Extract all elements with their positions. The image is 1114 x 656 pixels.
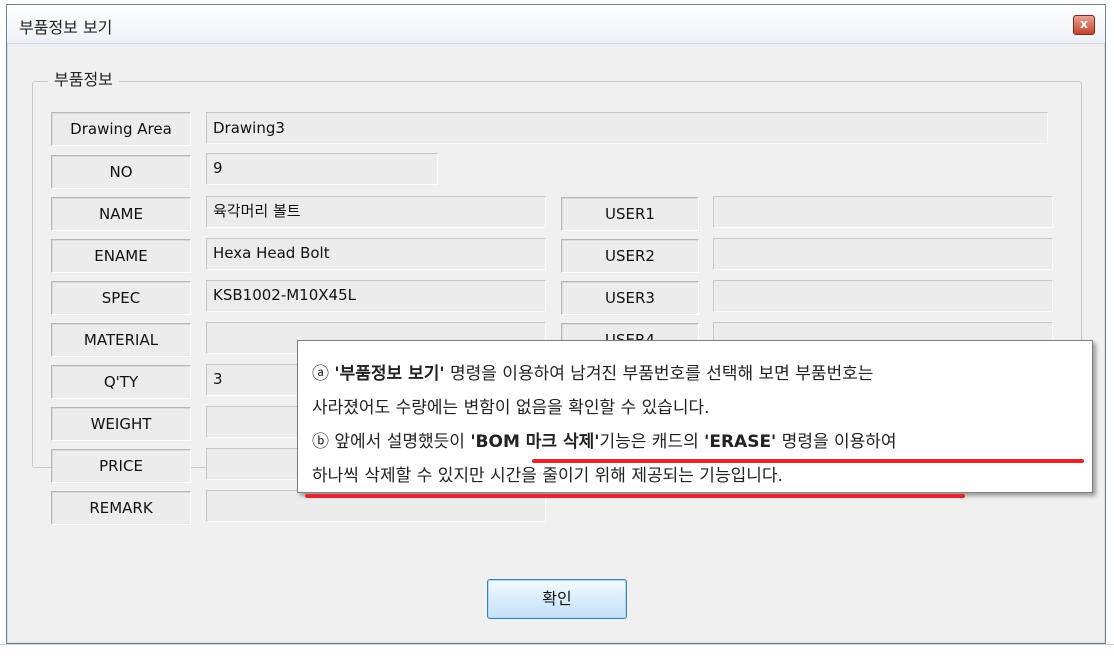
no-label: NO <box>51 155 191 189</box>
close-button[interactable]: x <box>1073 15 1095 35</box>
user1-field[interactable] <box>713 196 1053 228</box>
name-label: NAME <box>51 197 191 231</box>
qty-label: Q'TY <box>51 365 191 399</box>
ename-field[interactable]: Hexa Head Bolt <box>206 238 546 270</box>
spec-label: SPEC <box>51 281 191 315</box>
title-bar[interactable]: 부품정보 보기 x <box>7 5 1105 44</box>
weight-label: WEIGHT <box>51 407 191 441</box>
background-window-edge <box>0 644 1114 656</box>
callout-line-1-text: 명령을 이용하여 남겨진 부품번호를 선택해 보면 부품번호는 <box>444 364 874 384</box>
callout-command-name: '부품정보 보기' <box>334 364 445 384</box>
groupbox-title: 부품정보 <box>48 66 119 90</box>
ename-label: ENAME <box>51 239 191 273</box>
user3-label: USER3 <box>561 281 699 315</box>
user1-label: USER1 <box>561 197 699 231</box>
no-field[interactable]: 9 <box>206 153 438 185</box>
callout-line-3-mid: 기능은 캐드의 <box>599 432 705 452</box>
close-icon: x <box>1080 17 1088 31</box>
callout-marker-a: ⓐ <box>312 364 329 384</box>
user2-field[interactable] <box>713 238 1053 270</box>
callout-erase: 'ERASE' <box>704 432 777 452</box>
callout-line-3: ⓑ 앞에서 설명했듯이 'BOM 마크 삭제'기능은 캐드의 'ERASE' 명… <box>312 427 897 452</box>
callout-bom-delete: 'BOM 마크 삭제' <box>470 432 600 452</box>
ok-button[interactable]: 확인 <box>487 579 627 619</box>
annotation-callout: ⓐ '부품정보 보기' 명령을 이용하여 남겨진 부품번호를 선택해 보면 부품… <box>297 340 1093 493</box>
drawing-area-field[interactable]: Drawing3 <box>206 112 1048 144</box>
drawing-area-label: Drawing Area <box>51 112 191 146</box>
callout-line-2: 사라졌어도 수량에는 변함이 없음을 확인할 수 있습니다. <box>312 398 710 418</box>
callout-line-1: ⓐ '부품정보 보기' 명령을 이용하여 남겨진 부품번호를 선택해 보면 부품… <box>312 359 873 384</box>
remark-label: REMARK <box>51 491 191 525</box>
highlight-underline-1 <box>532 459 1084 463</box>
callout-line-4: 하나씩 삭제할 수 있지만 시간을 줄이기 위해 제공되는 기능입니다. <box>312 466 783 486</box>
callout-line-3-end: 명령을 이용하여 <box>776 432 897 452</box>
callout-line-3-prefix: ⓑ 앞에서 설명했듯이 <box>312 432 471 452</box>
highlight-underline-2 <box>305 494 965 498</box>
material-label: MATERIAL <box>51 323 191 357</box>
price-label: PRICE <box>51 449 191 483</box>
window-title: 부품정보 보기 <box>19 18 113 37</box>
user3-field[interactable] <box>713 280 1053 312</box>
user2-label: USER2 <box>561 239 699 273</box>
spec-field[interactable]: KSB1002-M10X45L <box>206 280 546 312</box>
name-field[interactable]: 육각머리 볼트 <box>206 196 546 228</box>
